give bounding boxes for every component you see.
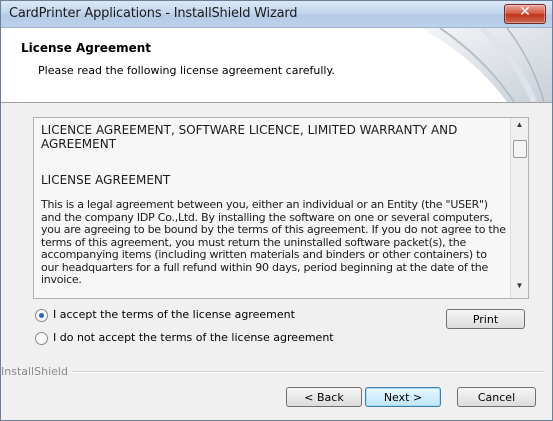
page-subtitle: Please read the following license agreem… xyxy=(38,64,335,77)
decline-radio[interactable] xyxy=(35,332,48,345)
wizard-header: License Agreement Please read the follow… xyxy=(1,28,552,103)
window-title: CardPrinter Applications - InstallShield… xyxy=(9,6,298,21)
license-scrollbar[interactable]: ▲ ▼ xyxy=(510,118,528,298)
separator-line xyxy=(69,371,544,373)
decline-label[interactable]: I do not accept the terms of the license… xyxy=(53,331,334,344)
page-title: License Agreement xyxy=(21,41,152,55)
close-button[interactable]: ✕ xyxy=(504,4,546,24)
installshield-banner-graphic xyxy=(422,28,552,102)
license-content: LICENCE AGREEMENT, SOFTWARE LICENCE, LIM… xyxy=(41,121,507,287)
installshield-separator: InstallShield xyxy=(1,365,552,378)
accept-radio[interactable] xyxy=(35,309,48,322)
scroll-down-arrow-icon[interactable]: ▼ xyxy=(511,281,528,295)
license-text-area[interactable]: LICENCE AGREEMENT, SOFTWARE LICENCE, LIM… xyxy=(33,117,529,299)
accept-label[interactable]: I accept the terms of the license agreem… xyxy=(53,308,295,321)
cancel-button[interactable]: Cancel xyxy=(457,387,536,407)
license-body: This is a legal agreement between you, e… xyxy=(41,198,506,286)
close-icon: ✕ xyxy=(519,4,531,20)
next-button[interactable]: Next > xyxy=(365,387,441,407)
print-button[interactable]: Print xyxy=(446,309,525,329)
installshield-brand-label: InstallShield xyxy=(1,365,72,378)
scroll-up-arrow-icon[interactable]: ▲ xyxy=(511,120,528,134)
license-subheading: LICENSE AGREEMENT xyxy=(41,173,171,187)
title-bar[interactable]: CardPrinter Applications - InstallShield… xyxy=(1,1,552,28)
installshield-wizard-window: CardPrinter Applications - InstallShield… xyxy=(0,0,553,421)
scrollbar-thumb[interactable] xyxy=(513,140,527,158)
license-heading: LICENCE AGREEMENT, SOFTWARE LICENCE, LIM… xyxy=(41,123,458,151)
back-button[interactable]: < Back xyxy=(286,387,362,407)
